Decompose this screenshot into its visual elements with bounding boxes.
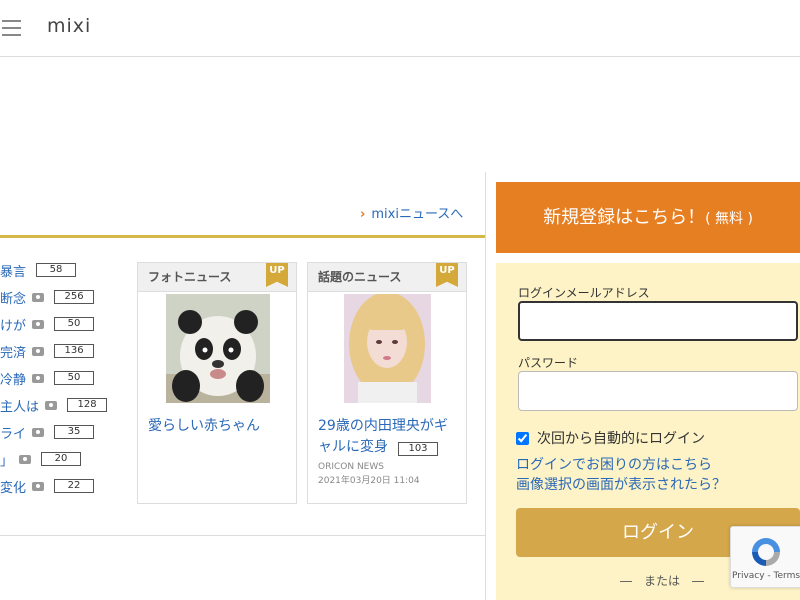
chevron-right-icon: › <box>360 207 366 222</box>
topic-news-title-text: ャルに変身 <box>318 439 388 455</box>
camera-icon <box>32 292 45 302</box>
comment-count: 128 <box>67 398 108 412</box>
ranking-item[interactable]: 暴言 58 <box>0 259 77 281</box>
comment-count: 103 <box>398 442 438 456</box>
mixi-news-link[interactable]: › mixiニュースへ <box>360 203 463 222</box>
recaptcha-terms-links[interactable]: Privacy - Terms <box>731 571 800 581</box>
camera-icon <box>32 481 45 491</box>
topic-news-title-line: ャルに変身 103 <box>318 437 448 458</box>
password-label: パスワード <box>518 356 579 370</box>
card-heading-label: 話題のニュース <box>318 270 402 284</box>
comment-count: 20 <box>41 452 82 466</box>
ranking-item[interactable]: けが 50 <box>0 313 95 335</box>
image-selection-help-link[interactable]: 画像選択の画面が表示されたら？ <box>516 474 726 494</box>
news-meta: ORICON NEWS 2021年03月20日 11:04 <box>318 460 420 488</box>
ranking-title[interactable]: けが <box>0 315 26 334</box>
card-heading: 話題のニュース UP <box>308 263 466 292</box>
or-separator: ― または ― <box>620 574 705 588</box>
camera-icon <box>45 400 58 410</box>
up-badge: UP <box>266 263 288 287</box>
camera-icon <box>32 319 45 329</box>
menu-icon[interactable] <box>2 20 21 36</box>
ranking-item[interactable]: 主人は 128 <box>0 394 108 416</box>
remember-label: 次回から自動的にログイン <box>537 431 705 447</box>
remember-checkbox[interactable] <box>516 431 529 445</box>
mixi-logo[interactable]: mixi <box>47 15 91 37</box>
section-divider <box>0 535 486 536</box>
topic-news-title-line: 29歳の内田理央がギ <box>318 418 448 434</box>
ranking-title[interactable]: 暴言 <box>0 261 26 280</box>
panda-photo[interactable] <box>166 294 270 403</box>
camera-icon <box>32 427 45 437</box>
recaptcha-icon <box>752 538 780 566</box>
ranking-title[interactable]: 冷静 <box>0 369 26 388</box>
card-heading-label: フォトニュース <box>148 270 232 284</box>
recaptcha-badge[interactable]: Privacy - Terms <box>730 526 800 588</box>
comment-count: 35 <box>54 425 95 439</box>
remember-login[interactable]: 次回から自動的にログイン <box>516 428 705 448</box>
ranking-title[interactable]: 主人は <box>0 396 39 415</box>
comment-count: 50 <box>54 371 95 385</box>
comment-count: 22 <box>54 479 95 493</box>
ranking-title[interactable]: 」 <box>0 450 13 469</box>
camera-icon <box>19 454 32 464</box>
column-divider <box>485 172 486 600</box>
comment-count: 136 <box>54 344 95 358</box>
news-date: 2021年03月20日 11:04 <box>318 476 420 486</box>
ranking-title[interactable]: 完済 <box>0 342 26 361</box>
password-field[interactable] <box>518 371 798 411</box>
comment-count: 256 <box>54 290 95 304</box>
ranking-title[interactable]: 断念 <box>0 288 26 307</box>
topic-news-title[interactable]: 29歳の内田理央がギ ャルに変身 103 <box>318 416 448 458</box>
logo-text: mixi <box>47 15 92 37</box>
ranking-item[interactable]: ライ 35 <box>0 421 95 443</box>
comment-count: 50 <box>54 317 95 331</box>
news-link-label: mixiニュースへ <box>371 207 464 222</box>
login-help-link[interactable]: ログインでお困りの方はこちら <box>516 454 712 474</box>
news-source: ORICON NEWS <box>318 462 384 472</box>
comment-count: 58 <box>36 263 77 277</box>
photo-news-card: フォトニュース UP 愛らしい赤ちゃん <box>137 262 297 504</box>
ranking-item[interactable]: 」 20 <box>0 448 82 470</box>
card-heading: フォトニュース UP <box>138 263 296 292</box>
signup-label: 新規登録はこちら！ <box>543 207 706 228</box>
email-label: ログインメールアドレス <box>518 286 650 300</box>
signup-button[interactable]: 新規登録はこちら！( 無料 ) <box>496 182 800 253</box>
ranking-item[interactable]: 完済 136 <box>0 340 95 362</box>
section-divider <box>0 235 486 238</box>
ranking-item[interactable]: 冷静 50 <box>0 367 95 389</box>
photo-news-title[interactable]: 愛らしい赤ちゃん <box>148 416 260 437</box>
ranking-title[interactable]: ライ <box>0 423 26 442</box>
ranking-title[interactable]: 変化 <box>0 477 26 496</box>
site-header: mixi <box>0 0 800 57</box>
email-field[interactable] <box>518 301 798 341</box>
up-badge: UP <box>436 263 458 287</box>
camera-icon <box>32 373 45 383</box>
celebrity-photo[interactable] <box>344 294 431 403</box>
topic-news-card: 話題のニュース UP 29歳の内田理央がギ ャルに変身 103 ORICON NEW… <box>307 262 467 504</box>
ranking-item[interactable]: 断念 256 <box>0 286 95 308</box>
ranking-item[interactable]: 変化 22 <box>0 475 95 497</box>
camera-icon <box>32 346 45 356</box>
signup-free-note: ( 無料 ) <box>705 211 753 227</box>
